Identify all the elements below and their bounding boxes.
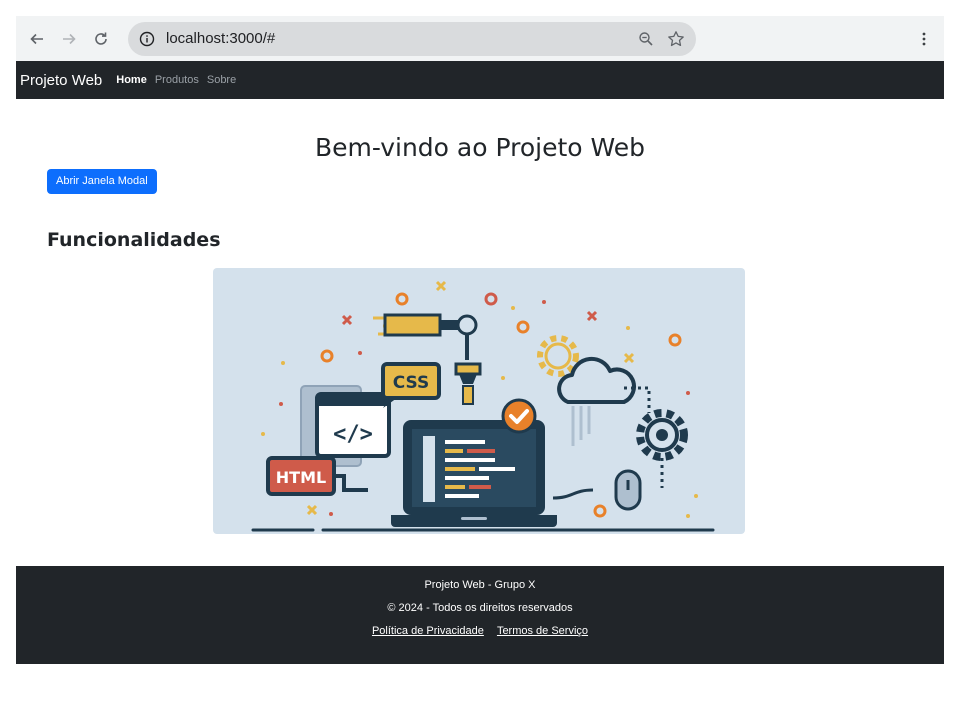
zoom-button[interactable] xyxy=(634,27,658,51)
browser-window: localhost:3000/# Projeto Web Home Produt… xyxy=(16,16,944,664)
code-symbol-text: </> xyxy=(333,422,373,447)
back-button[interactable] xyxy=(24,26,50,52)
browser-toolbar: localhost:3000/# xyxy=(16,16,944,61)
footer-project-text: Projeto Web - Grupo X xyxy=(424,579,536,591)
browser-menu-button[interactable] xyxy=(912,27,936,51)
url-text[interactable]: localhost:3000/# xyxy=(166,30,628,47)
features-heading: Funcionalidades xyxy=(47,229,221,251)
site-navbar: Projeto Web Home Produtos Sobre xyxy=(16,61,944,99)
kebab-menu-icon xyxy=(922,32,926,45)
css-badge-text: CSS xyxy=(393,373,430,393)
web-development-illustration: </> CSS HTML xyxy=(213,268,745,534)
mouse-icon xyxy=(552,469,642,511)
html-badge-text: HTML xyxy=(276,468,326,487)
nav-link-sobre[interactable]: Sobre xyxy=(207,74,236,86)
footer-copyright-text: © 2024 - Todos os direitos reservados xyxy=(387,602,573,614)
forward-arrow-icon xyxy=(63,33,76,44)
zoom-icon xyxy=(639,31,653,46)
forward-button[interactable] xyxy=(56,26,82,52)
site-footer: Projeto Web - Grupo X © 2024 - Todos os … xyxy=(16,566,944,664)
nav-link-home[interactable]: Home xyxy=(116,74,147,86)
site-info-button[interactable] xyxy=(136,28,158,50)
open-modal-button[interactable]: Abrir Janela Modal xyxy=(47,169,157,194)
browser-window-icon: </> xyxy=(300,385,391,467)
illustration-svg: </> CSS HTML xyxy=(251,280,715,532)
address-bar[interactable]: localhost:3000/# xyxy=(128,21,696,56)
laptop-icon xyxy=(391,420,557,527)
reload-button[interactable] xyxy=(88,26,114,52)
checkmark-icon xyxy=(501,398,537,434)
bookmark-button[interactable] xyxy=(664,27,688,51)
privacy-policy-link[interactable]: Política de Privacidade xyxy=(372,625,484,637)
reload-icon xyxy=(95,32,107,45)
nav-link-produtos[interactable]: Produtos xyxy=(155,74,199,86)
back-arrow-icon xyxy=(30,33,43,44)
page-title: Bem-vindo ao Projeto Web xyxy=(314,133,646,162)
terms-of-service-link[interactable]: Termos de Serviço xyxy=(497,625,588,637)
bookmark-star-icon xyxy=(668,30,684,46)
site-info-icon xyxy=(139,31,155,46)
navbar-brand[interactable]: Projeto Web xyxy=(20,72,102,89)
main-content: Bem-vindo ao Projeto Web Abrir Janela Mo… xyxy=(16,99,944,566)
css-badge-icon: CSS xyxy=(381,362,441,408)
footer-links: Política de Privacidade Termos de Serviç… xyxy=(16,614,944,637)
